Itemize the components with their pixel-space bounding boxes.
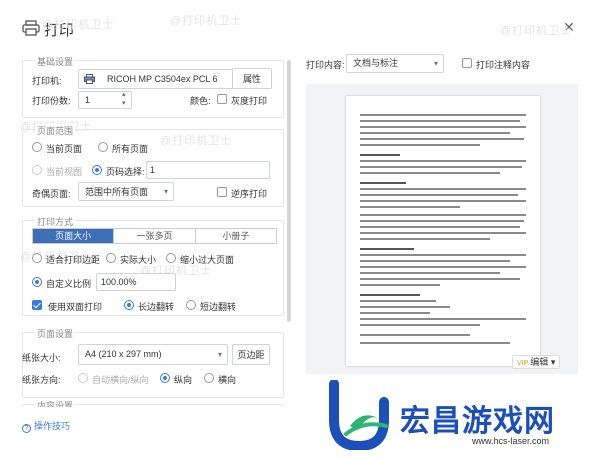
tips-link[interactable]: ? 操作技巧 — [22, 419, 70, 433]
long-edge-label: 长边翻转 — [138, 302, 175, 312]
all-pages-radio[interactable] — [98, 142, 108, 152]
current-view-radio[interactable] — [32, 165, 42, 175]
copies-value: 1 — [85, 95, 91, 105]
reverse-checkbox[interactable] — [217, 187, 227, 197]
actual-size-label: 实际大小 — [120, 255, 157, 265]
page-select-radio[interactable] — [92, 165, 102, 175]
printer-label: 打印机: — [32, 76, 62, 86]
page-preview — [346, 96, 540, 366]
edit-button[interactable]: VIP 编辑 ▾ — [512, 355, 561, 369]
page-setup-section: 页面设置 — [22, 327, 284, 398]
chevron-down-icon: ▾ — [433, 59, 438, 68]
printer-icon — [22, 20, 40, 36]
chevron-down-icon: ▾ — [217, 350, 222, 359]
printer-select[interactable]: RICOH MP C3504ex PCL 6 ▾ — [78, 69, 242, 89]
print-method-tabs: 页面大小 一张多页 小册子 — [32, 228, 277, 244]
chevron-down-icon: ▾ — [163, 187, 168, 196]
print-content-label: 打印内容: — [306, 60, 345, 70]
odd-even-select[interactable]: 范围中所有页面 ▾ — [78, 182, 174, 201]
fit-margin-radio[interactable] — [32, 253, 42, 263]
orientation-label: 纸张方向: — [22, 375, 61, 385]
tab-page-size[interactable]: 页面大小 — [33, 229, 115, 243]
settings-panel: 基础设置 打印机: RICOH MP C3504ex PCL 6 ▾ 属性 打印… — [22, 52, 292, 407]
section-title: 打印方式 — [35, 215, 76, 228]
tab-multiple-pages[interactable]: 一张多页 — [114, 229, 196, 243]
auto-orientation-radio[interactable] — [78, 373, 88, 383]
print-annotations-checkbox[interactable] — [462, 58, 472, 68]
section-title: 基础设置 — [35, 55, 76, 68]
current-page-radio[interactable] — [32, 142, 42, 152]
grayscale-checkbox[interactable] — [217, 94, 227, 104]
section-title: 页面设置 — [35, 327, 76, 340]
print-annotations-label: 打印注释内容 — [476, 60, 531, 70]
long-edge-radio[interactable] — [124, 300, 134, 310]
portrait-radio[interactable] — [160, 373, 170, 383]
section-title: 内容设置 — [35, 399, 76, 407]
grayscale-label: 灰度打印 — [231, 96, 268, 106]
printer-small-icon — [84, 74, 95, 84]
scale-input[interactable]: 100.00% — [96, 273, 176, 291]
custom-scale-label: 自定义比例 — [46, 279, 92, 289]
print-content-value: 文档与标注 — [353, 58, 399, 68]
copies-label: 打印份数: — [32, 96, 71, 106]
landscape-radio[interactable] — [204, 373, 214, 383]
brand-url: www.hcs-laser.com — [472, 436, 550, 446]
tab-booklet[interactable]: 小册子 — [196, 229, 276, 243]
printer-value: RICOH MP C3504ex PCL 6 — [107, 74, 218, 84]
properties-button[interactable]: 属性 — [232, 68, 272, 89]
scale-value: 100.00% — [101, 277, 137, 287]
brand-name: 宏昌游戏网 — [400, 405, 555, 438]
short-edge-radio[interactable] — [186, 300, 196, 310]
auto-orientation-label: 自动横向/纵向 — [92, 375, 149, 385]
color-label: 颜色: — [190, 96, 211, 106]
duplex-checkbox[interactable] — [32, 300, 42, 310]
portrait-label: 纵向 — [174, 375, 193, 385]
help-icon: ? — [22, 424, 31, 433]
odd-even-label: 奇偶页面: — [32, 189, 71, 199]
odd-even-value: 范围中所有页面 — [85, 187, 149, 197]
edit-label: 编辑 — [530, 357, 549, 367]
watermark-text: @打印机卫士 — [170, 15, 243, 27]
tips-label: 操作技巧 — [34, 421, 71, 431]
shrink-oversize-label: 缩小过大页面 — [180, 255, 235, 265]
section-title: 页面范围 — [35, 124, 76, 137]
scrollbar[interactable] — [287, 60, 291, 322]
paper-size-select[interactable]: A4 (210 x 297 mm) ▾ — [78, 344, 228, 365]
content-setup-section: 内容设置 — [22, 399, 284, 407]
brand-logo-icon — [329, 380, 389, 450]
short-edge-label: 短边翻转 — [200, 302, 237, 312]
stepper-arrows-icon[interactable]: ▴ ▾ — [122, 90, 126, 108]
duplex-label: 使用双面打印 — [48, 302, 103, 312]
custom-scale-radio[interactable] — [32, 277, 42, 287]
all-pages-label: 所有页面 — [112, 144, 149, 154]
current-page-label: 当前页面 — [46, 144, 83, 154]
margin-button[interactable]: 页边距 — [232, 344, 270, 365]
watermark-text: @打印机卫士 — [42, 19, 115, 31]
shrink-oversize-radio[interactable] — [166, 253, 176, 263]
page-select-input[interactable]: 1 — [146, 161, 270, 179]
actual-size-radio[interactable] — [106, 253, 116, 263]
page-select-label: 页码选择: — [106, 167, 145, 177]
fit-margin-label: 适合打印边距 — [46, 255, 101, 265]
landscape-label: 横向 — [218, 375, 237, 385]
paper-size-label: 纸张大小: — [22, 353, 61, 363]
page-select-value: 1 — [150, 165, 156, 175]
print-content-select[interactable]: 文档与标注 ▾ — [346, 54, 444, 73]
reverse-label: 逆序打印 — [231, 189, 268, 199]
vip-badge: VIP — [517, 360, 529, 367]
current-view-label: 当前视图 — [46, 167, 83, 177]
paper-size-value: A4 (210 x 297 mm) — [85, 349, 162, 359]
watermark-text: @打印机卫士 — [500, 25, 573, 37]
